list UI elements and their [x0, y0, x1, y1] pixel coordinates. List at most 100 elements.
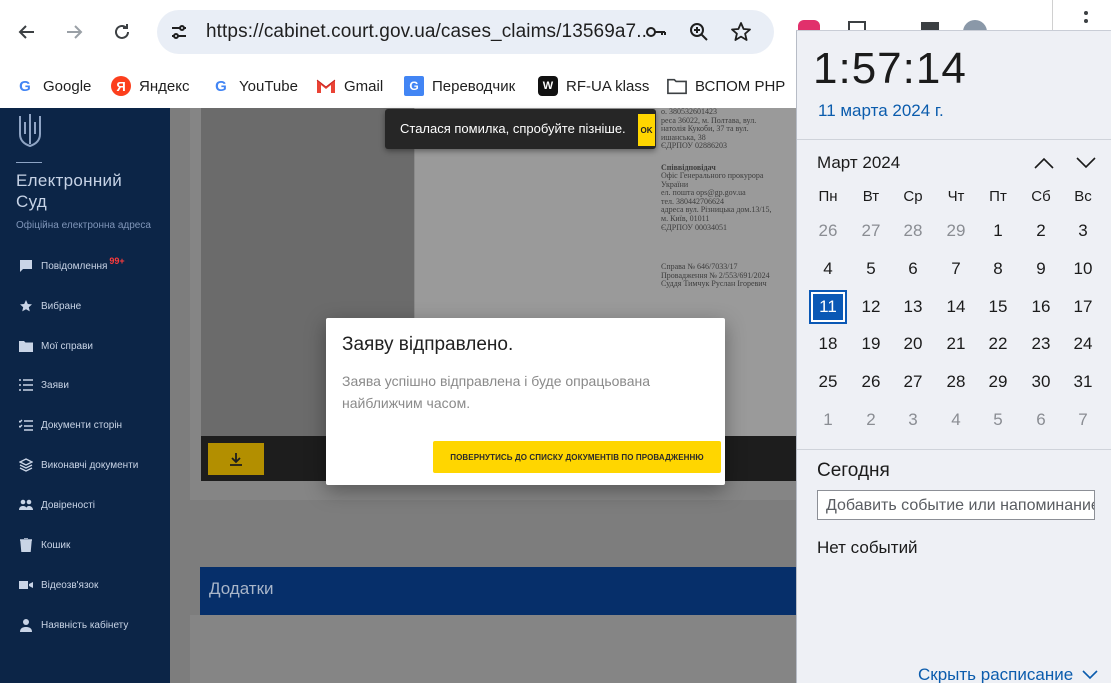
calendar-day[interactable]: 28 — [894, 214, 932, 248]
calendar-day[interactable]: 27 — [852, 214, 890, 248]
return-to-documents-button[interactable]: ПОВЕРНУТИСЬ ДО СПИСКУ ДОКУМЕНТІВ ПО ПРОВ… — [433, 441, 721, 473]
calendar-day[interactable]: 20 — [894, 327, 932, 361]
calendar-day[interactable]: 26 — [852, 365, 890, 399]
bookmark-label: Google — [43, 77, 92, 95]
next-month-button[interactable] — [1074, 151, 1098, 175]
sidebar-subtitle[interactable]: Офіційна електронна адреса — [16, 220, 151, 231]
url-text[interactable]: https://cabinet.court.gov.ua/cases_claim… — [206, 21, 646, 43]
bookmark-translate[interactable]: G Переводчик — [404, 72, 515, 100]
error-snackbar: Сталася помилка, спробуйте пізніше. OK — [385, 109, 656, 149]
previous-month-button[interactable] — [1032, 151, 1056, 175]
site-settings-icon[interactable] — [167, 20, 191, 44]
calendar-day[interactable]: 6 — [894, 252, 932, 286]
calendar-day[interactable]: 22 — [979, 327, 1017, 361]
download-button[interactable] — [208, 443, 264, 475]
calendar-day[interactable]: 17 — [1064, 290, 1102, 324]
sidebar-item-notifications[interactable]: Повідомлення 99+ — [18, 256, 131, 276]
bookmark-rf-ua[interactable]: W RF-UA klass — [538, 72, 649, 100]
calendar-day[interactable]: 26 — [809, 214, 847, 248]
snackbar-ok-button[interactable]: OK — [638, 114, 655, 146]
hide-schedule-link[interactable]: Скрыть расписание — [918, 665, 1098, 683]
sidebar-item-label: Мої справи — [41, 340, 93, 352]
add-event-input[interactable]: Добавить событие или напоминание — [817, 490, 1095, 520]
calendar-day[interactable]: 31 — [1064, 365, 1102, 399]
month-label[interactable]: Март 2024 — [817, 153, 900, 173]
sidebar-item-power-of-attorney[interactable]: Довіреності — [18, 495, 95, 515]
sidebar-item-my-cases[interactable]: Мої справи — [18, 336, 93, 356]
reload-button[interactable] — [104, 14, 140, 50]
calendar-day[interactable]: 9 — [1022, 252, 1060, 286]
calendar-day[interactable]: 6 — [1022, 403, 1060, 437]
calendar-day[interactable]: 29 — [937, 214, 975, 248]
address-bar[interactable]: https://cabinet.court.gov.ua/cases_claim… — [157, 10, 774, 54]
divider — [797, 139, 1111, 140]
calendar-day[interactable]: 23 — [1022, 327, 1060, 361]
sidebar-item-claims[interactable]: Заяви — [18, 375, 69, 395]
calendar-day[interactable]: 10 — [1064, 252, 1102, 286]
calendar-day[interactable]: 29 — [979, 365, 1017, 399]
calendar-day[interactable]: 3 — [894, 403, 932, 437]
calendar-day[interactable]: 5 — [979, 403, 1017, 437]
gmail-icon — [316, 76, 336, 96]
calendar-day[interactable]: 7 — [1064, 403, 1102, 437]
calendar-day[interactable]: 25 — [809, 365, 847, 399]
more-vertical-icon[interactable] — [1083, 10, 1089, 30]
calendar-day[interactable]: 4 — [809, 252, 847, 286]
forward-button[interactable] — [56, 14, 92, 50]
calendar-day[interactable]: 1 — [809, 403, 847, 437]
calendar-day[interactable]: 24 — [1064, 327, 1102, 361]
doc-co-defendant-block: Офіс Генерального прокурора України ел. … — [661, 171, 772, 232]
window-edge — [1052, 0, 1111, 30]
bookmark-label: YouTube — [239, 77, 298, 95]
dialog-message: Заява успішно відправлена і буде опрацьо… — [342, 373, 651, 411]
person-icon — [18, 618, 33, 633]
zoom-icon[interactable] — [687, 20, 711, 44]
calendar-day[interactable]: 11 — [809, 290, 847, 324]
sidebar-item-trash[interactable]: Кошик — [18, 535, 70, 555]
calendar-day[interactable]: 14 — [937, 290, 975, 324]
addons-title: Додатки — [209, 579, 274, 598]
calendar-day[interactable]: 21 — [937, 327, 975, 361]
dialog-title: Заяву відправлено. — [342, 334, 514, 355]
calendar-day[interactable]: 4 — [937, 403, 975, 437]
bookmark-google[interactable]: G Google — [15, 72, 91, 100]
notification-badge: 99+ — [109, 256, 125, 266]
bookmark-star-icon[interactable] — [729, 20, 753, 44]
back-button[interactable] — [9, 14, 45, 50]
bookmark-gmail[interactable]: Gmail — [316, 72, 383, 100]
calendar-day[interactable]: 30 — [1022, 365, 1060, 399]
weekday-label: Пт — [989, 188, 1007, 205]
calendar-day[interactable]: 3 — [1064, 214, 1102, 248]
calendar-day[interactable]: 7 — [937, 252, 975, 286]
bookmark-folder[interactable]: ВСПОМ PHP — [667, 72, 785, 100]
calendar-day[interactable]: 15 — [979, 290, 1017, 324]
calendar-day[interactable]: 13 — [894, 290, 932, 324]
today-label: Сегодня — [817, 460, 890, 481]
calendar-day[interactable]: 28 — [937, 365, 975, 399]
bookmark-label: Яндекс — [139, 77, 190, 95]
calendar-day[interactable]: 5 — [852, 252, 890, 286]
calendar-day[interactable]: 19 — [852, 327, 890, 361]
bookmark-youtube[interactable]: G YouTube — [211, 72, 298, 100]
sidebar-item-video-call[interactable]: Відеозв'язок — [18, 575, 98, 595]
calendar-day[interactable]: 8 — [979, 252, 1017, 286]
calendar-day[interactable]: 12 — [852, 290, 890, 324]
no-events-text: Нет событий — [817, 538, 918, 557]
bookmark-yandex[interactable]: Я Яндекс — [111, 72, 189, 100]
weekday-label: Сб — [1031, 188, 1051, 205]
password-key-icon[interactable] — [644, 20, 668, 44]
calendar-day[interactable]: 1 — [979, 214, 1017, 248]
calendar-day[interactable]: 2 — [852, 403, 890, 437]
calendar-day[interactable]: 2 — [1022, 214, 1060, 248]
checklist-icon — [18, 418, 33, 433]
calendar-day[interactable]: 27 — [894, 365, 932, 399]
sidebar-item-cabinet-check[interactable]: Наявність кабінету — [18, 615, 128, 635]
calendar-day[interactable]: 16 — [1022, 290, 1060, 324]
divider — [797, 449, 1111, 450]
sidebar-item-party-docs[interactable]: Документи сторін — [18, 415, 122, 435]
calendar-day[interactable]: 18 — [809, 327, 847, 361]
sidebar-item-enforcement-docs[interactable]: Виконавчі документи — [18, 455, 138, 475]
sidebar-item-favorites[interactable]: Вибране — [18, 296, 81, 316]
current-date-link[interactable]: 11 марта 2024 г. — [818, 101, 944, 121]
doc-address-block: о. 380532601423 реса 36022, м. Полтава, … — [661, 107, 757, 151]
